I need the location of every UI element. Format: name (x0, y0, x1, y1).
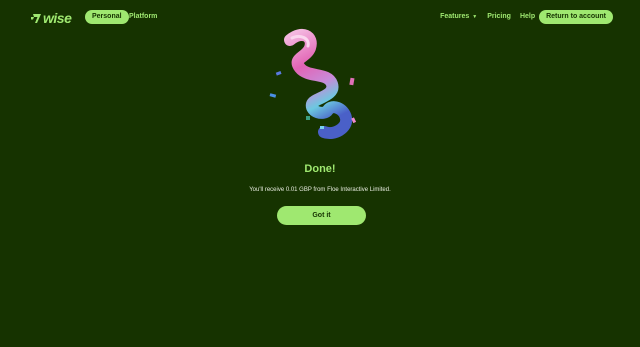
confetti-ribbon-illustration (269, 28, 357, 139)
nav-help-link[interactable]: Help (520, 10, 535, 24)
nav-features-link[interactable]: Features ▼ (440, 10, 477, 24)
return-to-account-button[interactable]: Return to account (539, 10, 613, 24)
page: wise Personal Platform Features ▼ Pricin… (0, 0, 640, 347)
confirmation-message: You'll receive 0.01 GBP from Floe Intera… (249, 187, 391, 193)
nav-personal-button[interactable]: Personal (85, 10, 129, 24)
logo-text: wise (43, 10, 72, 26)
features-label: Features (440, 13, 470, 20)
wise-flag-icon (31, 13, 41, 23)
nav-pricing-link[interactable]: Pricing (487, 10, 511, 24)
got-it-button[interactable]: Got it (277, 206, 366, 225)
chevron-down-icon: ▼ (472, 14, 478, 20)
nav-platform-link[interactable]: Platform (129, 10, 157, 24)
right-nav: Features ▼ Pricing Help Return to accoun… (440, 10, 613, 24)
wise-logo[interactable]: wise (31, 10, 72, 26)
page-title: Done! (304, 163, 336, 175)
